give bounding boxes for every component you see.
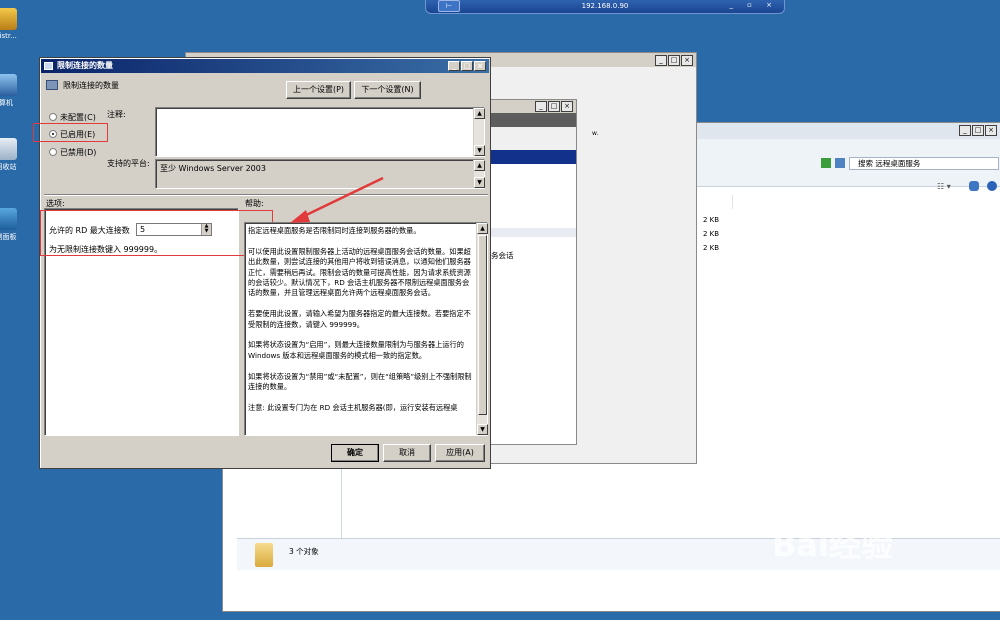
minimize-icon[interactable]: _ [535,101,547,112]
computer-icon [0,74,17,96]
comment-textarea[interactable]: ▲ ▼ [155,107,485,157]
close-icon[interactable]: × [985,125,997,136]
scroll-down-icon[interactable]: ▼ [474,177,485,188]
minimize-icon[interactable]: _ [448,61,460,71]
platform-value: 至少 Windows Server 2003 [160,164,266,173]
maximize-icon[interactable]: □ [548,101,560,112]
radio-not-configured-label: 未配置(C) [60,113,96,122]
platform-scrollbar[interactable]: ▲ ▼ [473,160,485,188]
policy-icon [44,62,53,70]
maximize-icon[interactable]: □ [668,55,680,66]
maximize-icon[interactable]: □ [461,61,473,71]
help-label: 帮助: [245,199,264,208]
desktop-icon-computer[interactable]: 算机 [0,74,26,108]
desktop-icon-label: nistr... [0,32,17,40]
setting-icon [46,80,58,90]
previous-setting-button[interactable]: 上一个设置(P) [286,81,351,99]
highlight-enabled-box [33,123,108,142]
desktop-icon-admin[interactable]: nistr... [0,8,26,40]
help-scrollbar[interactable]: ▲ ▼ [476,223,488,435]
session-list-item[interactable]: 务会话 [491,250,514,261]
annotation-arrow [290,176,384,223]
desktop-icon-recycle-bin[interactable]: 回收站 [0,138,26,172]
policy-editor-caption-buttons: _ □ × [655,55,693,66]
folder-icon [255,543,273,567]
comment-scrollbar[interactable]: ▲ ▼ [473,108,485,156]
dialog-caption-buttons: _ □ × [448,61,486,71]
file-row-size: 2 KB [703,244,720,252]
platform-label: 支持的平台: [107,159,150,168]
file-row-size: 2 KB [703,216,720,224]
radio-disabled-label: 已禁用(D) [60,148,97,157]
comment-label: 注释: [107,110,126,119]
partial-text: w. [592,130,599,137]
limit-connections-dialog: 限制连接的数量 _ □ × 限制连接的数量 上一个设置(P) 下一个设置(N) … [33,57,491,469]
user-icon [0,8,17,30]
scroll-thumb[interactable] [478,235,487,415]
radio-not-configured[interactable] [49,113,57,121]
scroll-up-icon[interactable]: ▲ [474,108,485,119]
setting-heading: 限制连接的数量 [63,81,119,90]
scroll-up-icon[interactable]: ▲ [477,223,488,234]
gpedit-caption-buttons: _ □ × [535,101,573,112]
desktop-icon-control-panel[interactable]: 制面板 [0,208,26,242]
desktop-icon-label: 制面板 [0,233,17,241]
desktop-icon-label: 回收站 [0,163,17,171]
cancel-button[interactable]: 取消 [383,444,431,462]
apply-button[interactable]: 应用(A) [435,444,485,462]
rdp-window-buttons[interactable]: _ ▫ × [729,1,778,9]
file-row-size: 2 KB [703,230,720,238]
help-text: 指定远程桌面服务是否限制同时连接到服务器的数量。 可以使用此设置限制服务器上活动… [248,226,472,412]
search-input[interactable]: 搜索 远程桌面服务 [849,157,999,170]
ok-button[interactable]: 确定 [331,444,379,462]
explorer-caption-buttons: _ □ × [959,125,997,136]
section-divider [44,194,488,196]
status-object-count: 3 个对象 [289,547,319,556]
close-icon[interactable]: × [474,61,486,71]
recycle-bin-icon [0,138,17,160]
scroll-down-icon[interactable]: ▼ [477,424,488,435]
minimize-icon[interactable]: _ [655,55,667,66]
scroll-down-icon[interactable]: ▼ [474,145,485,156]
radio-disabled[interactable] [49,148,57,156]
dialog-titlebar: 限制连接的数量 _ □ × [41,59,489,73]
dialog-title: 限制连接的数量 [57,61,113,70]
close-icon[interactable]: × [681,55,693,66]
search-placeholder: 搜索 远程桌面服务 [858,159,921,168]
refresh-icon[interactable] [835,158,845,168]
minimize-icon[interactable]: _ [959,125,971,136]
go-icon[interactable] [821,158,831,168]
maximize-icon[interactable]: □ [972,125,984,136]
help-icon[interactable] [987,181,997,191]
highlight-option-box [40,210,273,256]
close-icon[interactable]: × [561,101,573,112]
baidu-watermark-logo: Bai经验 [772,526,893,564]
baidu-watermark-url: jingyan.baidu.com [773,572,949,594]
view-options-icon[interactable]: ☷ ▾ [937,182,951,191]
control-panel-icon [0,208,17,230]
help-panel: 指定远程桌面服务是否限制同时连接到服务器的数量。 可以使用此设置限制服务器上活动… [244,222,488,436]
rdp-connection-bar: ⊢ 192.168.0.90 _ ▫ × [425,0,785,14]
next-setting-button[interactable]: 下一个设置(N) [354,81,421,99]
scroll-up-icon[interactable]: ▲ [474,160,485,171]
preview-pane-icon[interactable] [969,181,979,191]
desktop-icon-label: 算机 [0,99,13,107]
